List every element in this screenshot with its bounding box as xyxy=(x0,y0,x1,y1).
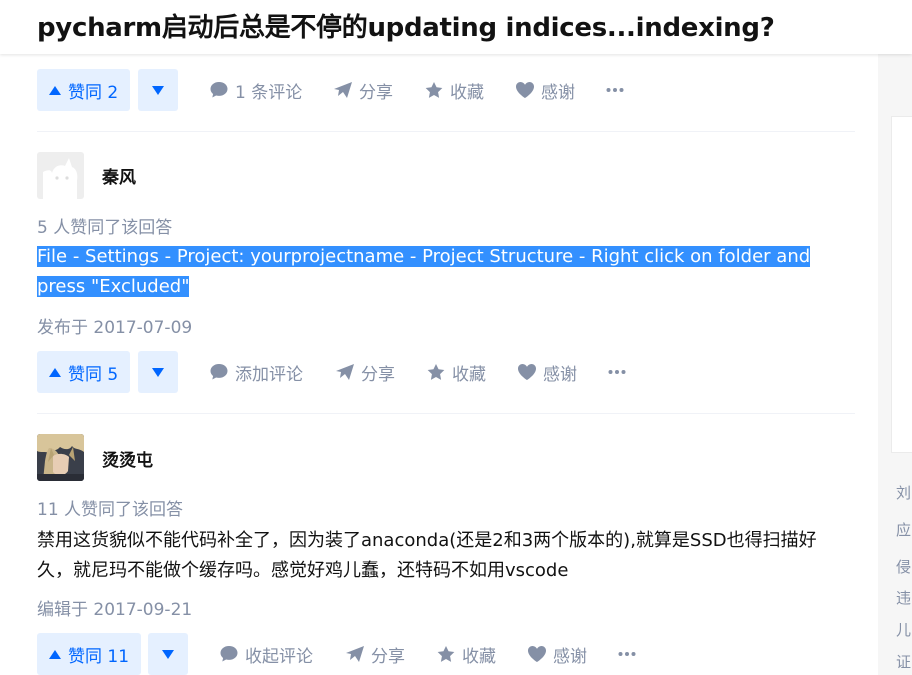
heart-icon xyxy=(528,646,546,662)
more-icon xyxy=(608,370,626,374)
more-icon xyxy=(606,88,624,92)
caret-down-icon xyxy=(162,649,174,659)
divider xyxy=(37,131,855,132)
answer-actions: 赞同 11 收起评论 分享 收藏 感谢 xyxy=(37,633,857,675)
sidebar-link[interactable]: 刘 xyxy=(896,482,912,503)
author-name[interactable]: 秦风 xyxy=(102,163,136,188)
thanks-label: 感谢 xyxy=(541,82,575,103)
share-button[interactable]: 分享 xyxy=(335,351,395,393)
downvote-button[interactable] xyxy=(148,633,188,675)
caret-up-icon xyxy=(49,367,61,377)
avatar[interactable] xyxy=(37,434,84,481)
avatar[interactable] xyxy=(37,152,84,199)
share-icon xyxy=(334,82,352,98)
star-icon xyxy=(437,645,455,662)
answer-text: 禁用这货貌似不能代码补全了，因为装了anaconda(还是2和3两个版本的),就… xyxy=(37,530,817,551)
divider xyxy=(37,413,855,414)
more-button[interactable] xyxy=(608,351,626,393)
upvote-button[interactable]: 赞同 2 xyxy=(37,69,131,111)
heart-icon xyxy=(518,364,536,380)
share-label: 分享 xyxy=(359,82,393,103)
answer-content: File - Settings - Project: yourprojectna… xyxy=(37,242,847,302)
more-icon xyxy=(618,652,636,656)
comment-button[interactable]: 1 条评论 xyxy=(209,69,302,111)
share-label: 分享 xyxy=(371,646,405,667)
share-icon xyxy=(346,646,364,662)
comment-button[interactable]: 添加评论 xyxy=(209,351,303,393)
share-button[interactable]: 分享 xyxy=(333,69,393,111)
edit-time[interactable]: 编辑于 2017-09-21 xyxy=(37,595,192,620)
caret-up-icon xyxy=(49,85,61,95)
thanks-button[interactable]: 感谢 xyxy=(517,351,577,393)
more-button[interactable] xyxy=(618,633,636,675)
publish-time[interactable]: 发布于 2017-07-09 xyxy=(37,313,192,338)
caret-up-icon xyxy=(49,649,61,659)
question-header: pycharm启动后总是不停的updating indices...indexi… xyxy=(0,0,912,54)
share-icon xyxy=(336,364,354,380)
comment-label: 收起评论 xyxy=(245,646,313,667)
star-icon xyxy=(427,363,445,380)
star-icon xyxy=(425,81,443,98)
collect-button[interactable]: 收藏 xyxy=(436,633,496,675)
sidebar-link[interactable]: 儿 xyxy=(896,619,912,640)
thanks-button[interactable]: 感谢 xyxy=(515,69,575,111)
sidebar-link[interactable]: 应 xyxy=(896,519,912,540)
sidebar-link[interactable]: 证 xyxy=(896,651,912,672)
answer-text: 久，就尼玛不能做个缓存吗。感觉好鸡儿蠢，还特码不如用vscode xyxy=(37,560,569,581)
collect-button[interactable]: 收藏 xyxy=(424,69,484,111)
answer-content: 禁用这货貌似不能代码补全了，因为装了anaconda(还是2和3两个版本的),就… xyxy=(37,526,847,586)
comment-label: 1 条评论 xyxy=(235,82,303,103)
caret-down-icon xyxy=(152,367,164,377)
thanks-label: 感谢 xyxy=(543,364,577,385)
answer-text: File - Settings - Project: yourprojectna… xyxy=(37,246,811,267)
share-label: 分享 xyxy=(361,364,395,385)
collapse-comments-button[interactable]: 收起评论 xyxy=(219,633,313,675)
comment-icon xyxy=(210,82,228,98)
comment-icon xyxy=(220,646,238,662)
share-button[interactable]: 分享 xyxy=(345,633,405,675)
heart-icon xyxy=(516,82,534,98)
answer-text: press "Excluded" xyxy=(37,276,190,297)
collect-label: 收藏 xyxy=(450,82,484,103)
downvote-button[interactable] xyxy=(138,351,178,393)
sidebar-link[interactable]: 违 xyxy=(896,587,912,608)
vote-count: 5 人赞同了该回答 xyxy=(37,218,173,238)
collect-label: 收藏 xyxy=(462,646,496,667)
question-title[interactable]: pycharm启动后总是不停的updating indices...indexi… xyxy=(37,7,775,44)
upvote-button[interactable]: 赞同 5 xyxy=(37,351,131,393)
author-name[interactable]: 烫烫屯 xyxy=(102,446,153,471)
answer-actions: 赞同 2 1 条评论 分享 收藏 感谢 xyxy=(37,69,857,111)
upvote-label: 赞同 11 xyxy=(68,646,130,667)
upvote-button[interactable]: 赞同 11 xyxy=(37,633,142,675)
upvote-label: 赞同 5 xyxy=(68,364,119,385)
side-panel xyxy=(891,116,912,453)
comment-label: 添加评论 xyxy=(235,364,303,385)
sidebar-link[interactable]: 侵 xyxy=(896,556,912,577)
upvote-label: 赞同 2 xyxy=(68,82,119,103)
more-button[interactable] xyxy=(606,69,624,111)
thanks-button[interactable]: 感谢 xyxy=(527,633,587,675)
downvote-button[interactable] xyxy=(138,69,178,111)
caret-down-icon xyxy=(152,85,164,95)
collect-label: 收藏 xyxy=(452,364,486,385)
collect-button[interactable]: 收藏 xyxy=(426,351,486,393)
comment-icon xyxy=(210,364,228,380)
answer-actions: 赞同 5 添加评论 分享 收藏 感谢 xyxy=(37,351,857,393)
thanks-label: 感谢 xyxy=(553,646,587,667)
vote-count: 11 人赞同了该回答 xyxy=(37,500,184,520)
